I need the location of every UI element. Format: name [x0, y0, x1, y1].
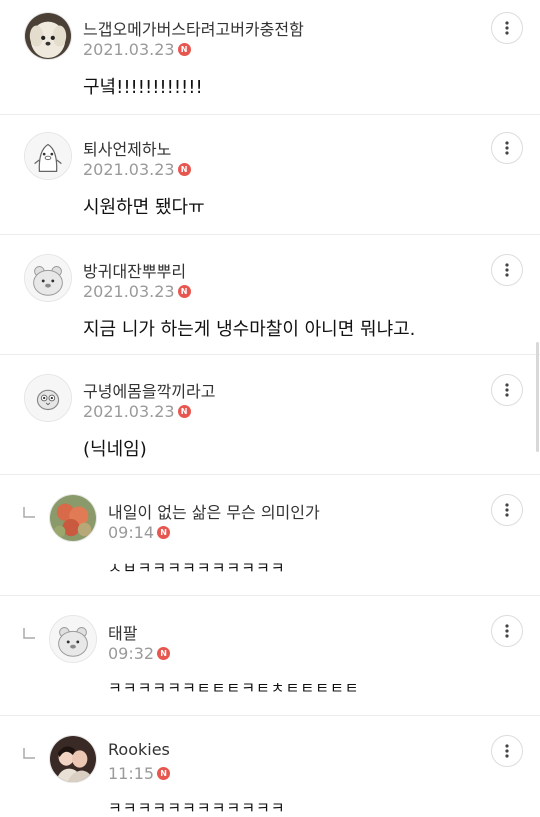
- more-options-button[interactable]: [491, 735, 523, 767]
- comment-author[interactable]: 느갭오메가버스타려고버카충전함: [83, 16, 304, 40]
- comment-text: (닉네임): [83, 439, 147, 460]
- comment-date-text: 2021.03.23: [83, 282, 175, 301]
- reply-author[interactable]: 내일이 없는 삶은 무슨 의미인가: [108, 499, 320, 523]
- reply-date-text: 09:32: [108, 644, 155, 663]
- new-badge: N: [157, 526, 171, 539]
- reply-date: 09:32 N: [108, 644, 171, 663]
- comment-date: 2021.03.23 N: [83, 282, 191, 301]
- reply-author[interactable]: 태팔: [108, 620, 137, 644]
- comment-date-text: 2021.03.23: [83, 402, 175, 421]
- reply-date: 09:14 N: [108, 523, 171, 542]
- new-badge: N: [157, 767, 171, 780]
- comment-date-text: 2021.03.23: [83, 40, 175, 59]
- more-vertical-icon: [505, 141, 509, 155]
- flower-photo-avatar[interactable]: [49, 494, 97, 542]
- comment-date: 2021.03.23 N: [83, 160, 191, 179]
- reply-arrow-icon: [23, 628, 35, 639]
- comment-item: 방귀대잔뿌뿌리 2021.03.23 N 지금 니가 하는게 냉수마찰이 아니면…: [0, 235, 540, 355]
- reply-item: 내일이 없는 삶은 무슨 의미인가 09:14 N ㅅㅂㅋㅋㅋㅋㅋㅋㅋㅋㅋㅋ: [0, 475, 540, 596]
- more-vertical-icon: [505, 21, 509, 35]
- more-vertical-icon: [505, 383, 509, 397]
- more-vertical-icon: [505, 624, 509, 638]
- more-options-button[interactable]: [491, 12, 523, 44]
- dog-photo-avatar[interactable]: [24, 12, 72, 60]
- comment-author[interactable]: 방귀대잔뿌뿌리: [83, 258, 186, 282]
- reply-date-text: 09:14: [108, 523, 155, 542]
- owl-avatar[interactable]: [24, 374, 72, 422]
- new-badge: N: [177, 405, 191, 418]
- more-options-button[interactable]: [491, 254, 523, 286]
- reply-arrow-icon: [23, 507, 35, 518]
- penguin-avatar[interactable]: [24, 132, 72, 180]
- new-badge: N: [157, 647, 171, 660]
- comment-item: 구녕에몸을깍끼라고 2021.03.23 N (닉네임): [0, 355, 540, 475]
- reply-item: Rookies 11:15 N ㅋㅋㅋㅋㅋㅋㅋㅋㅋㅋㅋㅋ: [0, 716, 540, 817]
- comment-item: 느갭오메가버스타려고버카충전함 2021.03.23 N 구녘!!!!!!!!!…: [0, 0, 540, 115]
- comment-author[interactable]: 퇴사언제하노: [83, 136, 171, 160]
- reply-arrow-icon: [23, 748, 35, 759]
- new-badge: N: [177, 163, 191, 176]
- more-options-button[interactable]: [491, 132, 523, 164]
- more-options-button[interactable]: [491, 494, 523, 526]
- people-photo-avatar[interactable]: [49, 735, 97, 783]
- scrollbar[interactable]: [536, 342, 539, 452]
- reply-item: 태팔 09:32 N ㅋㅋㅋㅋㅋㅋㅌㅌㅌㅋㅌㅊㅌㅌㅌㅌㅌ: [0, 596, 540, 716]
- reply-author[interactable]: Rookies: [108, 740, 170, 759]
- bear-avatar[interactable]: [49, 615, 97, 663]
- more-vertical-icon: [505, 263, 509, 277]
- reply-date: 11:15 N: [108, 764, 171, 783]
- comment-text: 시원하면 됐다ㅠ: [83, 197, 205, 218]
- comment-text: 지금 니가 하는게 냉수마찰이 아니면 뭐냐고.: [83, 319, 416, 340]
- comment-date: 2021.03.23 N: [83, 40, 191, 59]
- reply-text: ㅋㅋㅋㅋㅋㅋㅌㅌㅌㅋㅌㅊㅌㅌㅌㅌㅌ: [108, 679, 360, 697]
- new-badge: N: [177, 43, 191, 56]
- bear-avatar[interactable]: [24, 254, 72, 302]
- comment-date-text: 2021.03.23: [83, 160, 175, 179]
- new-badge: N: [177, 285, 191, 298]
- comment-text: 구녘!!!!!!!!!!!!: [83, 77, 203, 98]
- more-options-button[interactable]: [491, 615, 523, 647]
- comment-date: 2021.03.23 N: [83, 402, 191, 421]
- reply-text: ㅋㅋㅋㅋㅋㅋㅋㅋㅋㅋㅋㅋ: [108, 799, 286, 817]
- more-vertical-icon: [505, 503, 509, 517]
- comment-author[interactable]: 구녕에몸을깍끼라고: [83, 378, 215, 402]
- more-options-button[interactable]: [491, 374, 523, 406]
- comment-item: 퇴사언제하노 2021.03.23 N 시원하면 됐다ㅠ: [0, 115, 540, 235]
- reply-date-text: 11:15: [108, 764, 155, 783]
- reply-text: ㅅㅂㅋㅋㅋㅋㅋㅋㅋㅋㅋㅋ: [108, 559, 286, 577]
- more-vertical-icon: [505, 744, 509, 758]
